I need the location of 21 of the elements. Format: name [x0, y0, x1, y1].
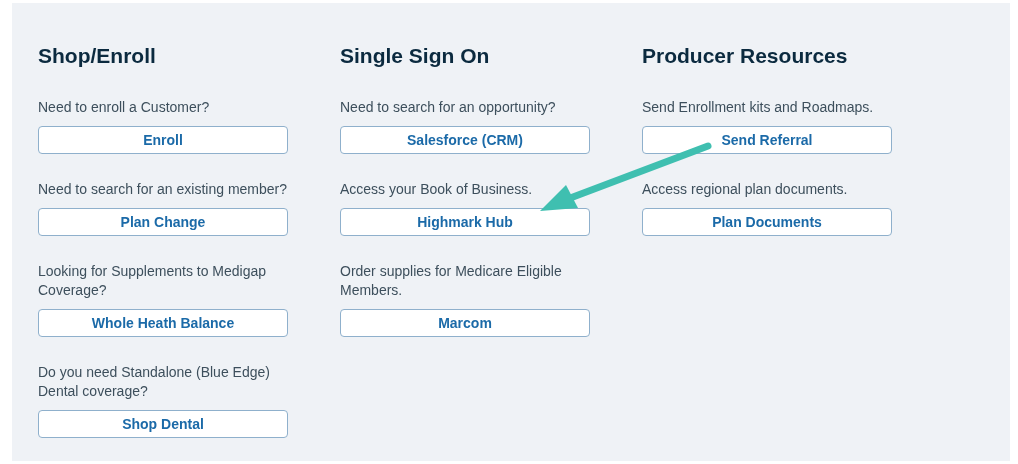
- section-heading: Shop/Enroll: [38, 43, 157, 69]
- section-heading: Single Sign On: [340, 43, 491, 69]
- prompt-text: Send Enrollment kits and Roadmaps.: [642, 98, 875, 117]
- action-button[interactable]: Salesforce (CRM): [340, 126, 590, 154]
- prompt-text: Need to search for an existing member?: [38, 180, 288, 199]
- section-heading: Producer Resources: [642, 43, 849, 69]
- prompt-text: Looking for Supplements to Medigap Coverage?: [38, 262, 268, 300]
- action-button[interactable]: Whole Heath Balance: [38, 309, 288, 337]
- action-button[interactable]: Plan Documents: [642, 208, 892, 236]
- action-button[interactable]: Send Referral: [642, 126, 892, 154]
- prompt-text: Access your Book of Business.: [340, 180, 534, 199]
- prompt-text: Do you need Standalone (Blue Edge) Dental coverage?: [38, 363, 271, 401]
- prompt-text: Order supplies for Medicare Eligible Members.: [340, 262, 563, 300]
- action-button[interactable]: Enroll: [38, 126, 288, 154]
- prompt-text: Need to search for an opportunity?: [340, 98, 557, 117]
- action-button[interactable]: Highmark Hub: [340, 208, 590, 236]
- action-button[interactable]: Marcom: [340, 309, 590, 337]
- prompt-text: Need to enroll a Customer?: [38, 98, 211, 117]
- action-button[interactable]: Plan Change: [38, 208, 288, 236]
- action-button[interactable]: Shop Dental: [38, 410, 288, 438]
- prompt-text: Access regional plan documents.: [642, 180, 849, 199]
